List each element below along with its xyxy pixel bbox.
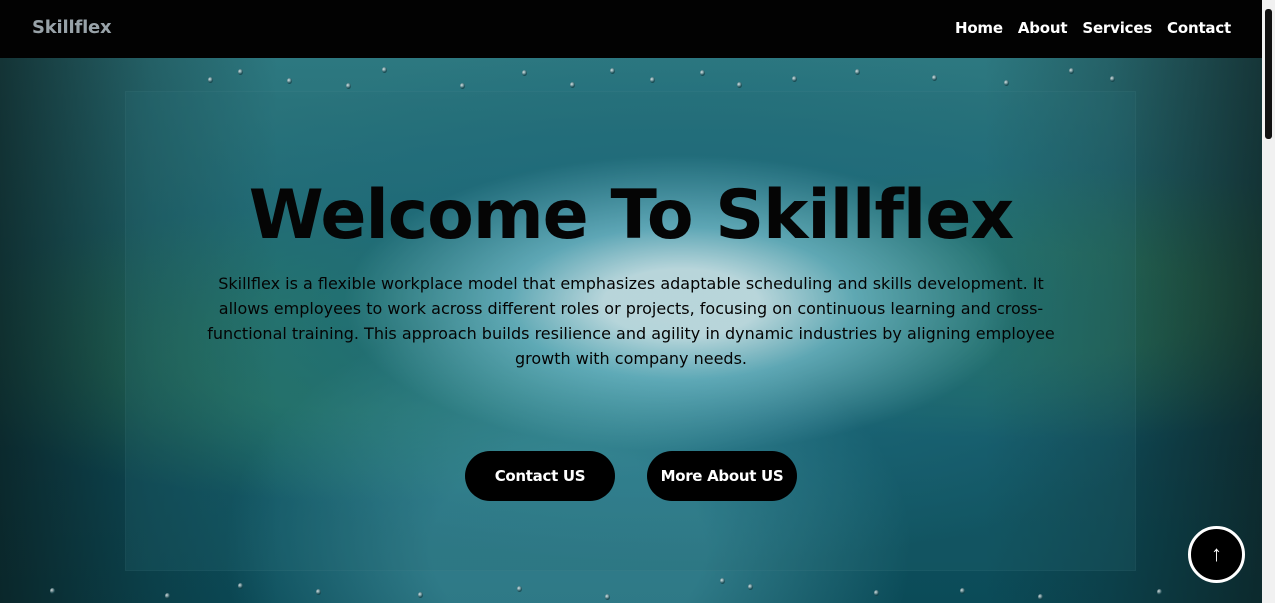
hero-content: Welcome To Skillflex Skillflex is a flex… xyxy=(0,58,1262,603)
hero-title: Welcome To Skillflex xyxy=(248,176,1014,255)
skillflex-landing-page: Skillflex Home About Services Contact We… xyxy=(0,0,1275,603)
scroll-to-top-button[interactable]: ↑ xyxy=(1188,526,1245,583)
hero-description: Skillflex is a flexible workplace model … xyxy=(207,274,1055,368)
top-navigation-bar: Skillflex Home About Services Contact xyxy=(0,0,1262,58)
vertical-scrollbar[interactable] xyxy=(1262,0,1275,603)
main-navigation: Home About Services Contact xyxy=(955,19,1231,37)
contact-us-button[interactable]: Contact US xyxy=(465,451,615,501)
brand-logo[interactable]: Skillflex xyxy=(32,17,112,38)
scrollbar-thumb[interactable] xyxy=(1265,9,1272,139)
nav-contact-link[interactable]: Contact xyxy=(1167,19,1231,37)
arrow-up-icon: ↑ xyxy=(1211,540,1222,566)
nav-services-link[interactable]: Services xyxy=(1082,19,1152,37)
nav-home-link[interactable]: Home xyxy=(955,19,1003,37)
more-about-us-button[interactable]: More About US xyxy=(647,451,797,501)
nav-about-link[interactable]: About xyxy=(1018,19,1068,37)
